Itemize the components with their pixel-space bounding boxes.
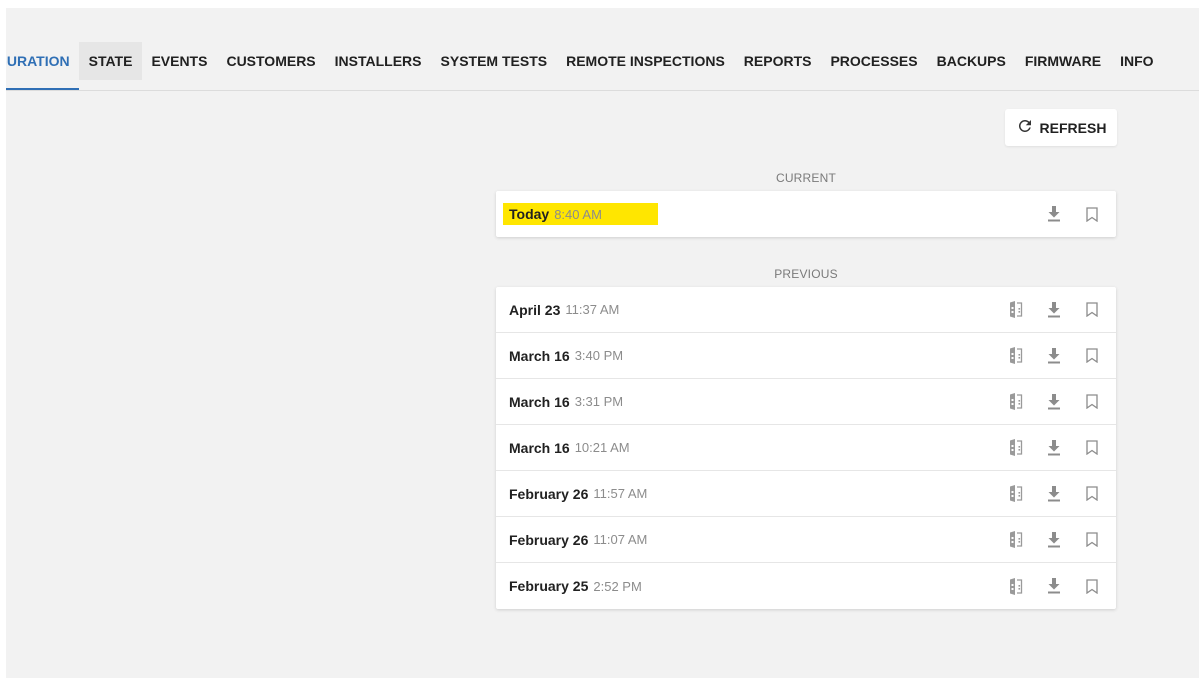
backup-date: March 16 xyxy=(509,347,570,364)
download-icon[interactable] xyxy=(1044,576,1064,596)
download-icon[interactable] xyxy=(1044,484,1064,504)
backup-time: 11:37 AM xyxy=(565,302,620,317)
tab-events[interactable]: EVENTS xyxy=(142,42,217,80)
tab-bar: GURATION STATE EVENTS CUSTOMERS INSTALLE… xyxy=(6,8,1199,91)
download-icon[interactable] xyxy=(1044,530,1064,550)
current-highlight: Today 8:40 AM xyxy=(503,203,658,225)
backup-date: February 25 xyxy=(509,578,589,594)
backup-time: 11:57 AM xyxy=(593,486,648,501)
tab-remote-inspections[interactable]: REMOTE INSPECTIONS xyxy=(557,42,735,80)
refresh-label: REFRESH xyxy=(1039,119,1107,136)
tab-backups[interactable]: BACKUPS xyxy=(927,42,1015,80)
backup-date: March 16 xyxy=(509,393,570,410)
backup-date: Today xyxy=(509,206,550,222)
backup-row[interactable]: March 16 3:31 PM xyxy=(496,379,1116,425)
tab-configuration[interactable]: GURATION xyxy=(6,42,80,90)
backup-time: 3:31 PM xyxy=(574,394,624,409)
backup-row[interactable]: March 16 3:40 PM xyxy=(496,333,1116,379)
backup-time: 11:07 AM xyxy=(593,532,648,547)
compare-icon[interactable] xyxy=(1006,530,1026,550)
backup-row[interactable]: February 25 2:52 PM xyxy=(496,563,1116,609)
download-icon[interactable] xyxy=(1044,300,1064,320)
compare-icon[interactable] xyxy=(1006,392,1026,412)
row-actions xyxy=(988,563,1102,609)
bookmark-icon[interactable] xyxy=(1082,438,1102,458)
compare-icon[interactable] xyxy=(1006,346,1026,366)
compare-icon[interactable] xyxy=(1006,484,1026,504)
download-icon[interactable] xyxy=(1044,438,1064,458)
row-actions xyxy=(988,425,1102,470)
tab-installers[interactable]: INSTALLERS xyxy=(325,42,431,80)
row-actions xyxy=(988,333,1102,378)
bookmark-icon[interactable] xyxy=(1082,576,1102,596)
backup-date: April 23 xyxy=(509,301,561,318)
backup-row[interactable]: February 26 11:57 AM xyxy=(496,471,1116,517)
previous-section-label: PREVIOUS xyxy=(774,267,838,281)
backup-row-current[interactable]: Today 8:40 AM xyxy=(496,191,1116,237)
row-actions xyxy=(988,517,1102,562)
backup-date: February 26 xyxy=(509,531,589,548)
backup-time: 3:40 PM xyxy=(574,348,624,363)
compare-icon[interactable] xyxy=(1006,438,1026,458)
row-actions xyxy=(988,471,1102,516)
bookmark-icon[interactable] xyxy=(1082,530,1102,550)
compare-icon[interactable] xyxy=(1006,576,1026,596)
backup-time: 10:21 AM xyxy=(574,440,630,455)
bookmark-icon[interactable] xyxy=(1082,484,1102,504)
app-frame: GURATION STATE EVENTS CUSTOMERS INSTALLE… xyxy=(6,8,1199,678)
row-actions xyxy=(1026,191,1102,237)
current-backup-card: Today 8:40 AM xyxy=(496,191,1116,237)
bookmark-icon[interactable] xyxy=(1082,204,1102,224)
row-actions xyxy=(988,287,1102,332)
tab-customers[interactable]: CUSTOMERS xyxy=(217,42,325,80)
bookmark-icon[interactable] xyxy=(1082,300,1102,320)
backup-date: March 16 xyxy=(509,439,570,456)
backup-row[interactable]: February 26 11:07 AM xyxy=(496,517,1116,563)
tab-reports[interactable]: REPORTS xyxy=(734,42,821,80)
current-section-label: CURRENT xyxy=(775,171,837,185)
tab-firmware[interactable]: FIRMWARE xyxy=(1015,42,1110,80)
download-icon[interactable] xyxy=(1044,346,1064,366)
refresh-icon xyxy=(1016,117,1034,138)
download-icon[interactable] xyxy=(1044,392,1064,412)
backup-row[interactable]: April 23 11:37 AM xyxy=(496,287,1116,333)
tab-state[interactable]: STATE xyxy=(79,42,142,80)
backup-time: 2:52 PM xyxy=(593,578,642,594)
backup-time: 8:40 AM xyxy=(554,206,602,222)
previous-backups-card: April 23 11:37 AM March 16 3:40 PM March… xyxy=(496,287,1116,609)
tab-processes[interactable]: PROCESSES xyxy=(821,42,927,80)
tab-system-tests[interactable]: SYSTEM TESTS xyxy=(431,42,557,80)
tab-info[interactable]: INFO xyxy=(1111,42,1163,80)
download-icon[interactable] xyxy=(1044,204,1064,224)
row-actions xyxy=(988,379,1102,424)
bookmark-icon[interactable] xyxy=(1082,392,1102,412)
compare-icon[interactable] xyxy=(1006,300,1026,320)
tab-list: GURATION STATE EVENTS CUSTOMERS INSTALLE… xyxy=(6,42,1163,90)
backup-row[interactable]: March 16 10:21 AM xyxy=(496,425,1116,471)
backup-date: February 26 xyxy=(509,485,589,502)
refresh-button[interactable]: REFRESH xyxy=(1005,109,1117,146)
bookmark-icon[interactable] xyxy=(1082,346,1102,366)
